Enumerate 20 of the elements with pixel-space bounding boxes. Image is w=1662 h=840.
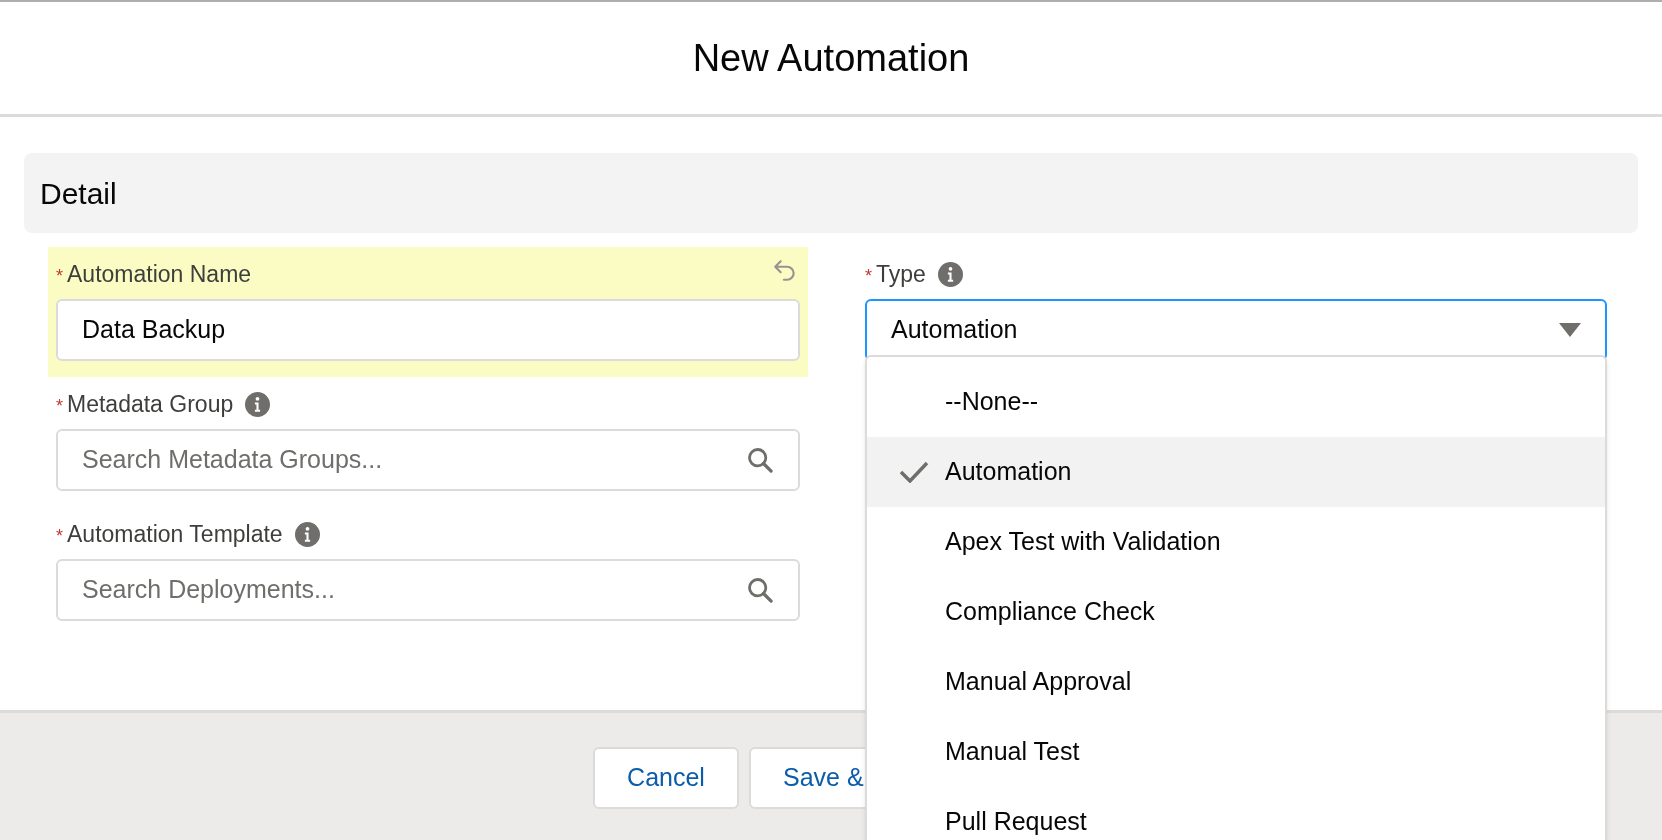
required-asterisk: * [56,394,63,418]
field-label: Automation Name [67,259,252,289]
field-label: Metadata Group [67,389,234,419]
option-label: Manual Approval [945,666,1132,698]
option-label: --None-- [945,386,1039,418]
field-placeholder: Search Metadata Groups... [82,444,383,476]
field-placeholder: Search Deployments... [82,574,335,606]
option-label: Automation [945,456,1072,488]
required-asterisk: * [56,264,63,288]
field-value: Data Backup [82,314,226,346]
option-label: Compliance Check [945,596,1155,628]
field-label: Automation Template [67,519,283,549]
dialog-title: New Automation [692,35,970,81]
option-label: Pull Request [945,806,1087,838]
field-label: Type [876,259,926,289]
required-asterisk: * [865,264,872,288]
section-title: Detail [40,175,117,212]
option-label: Apex Test with Validation [945,526,1221,558]
option-label: Manual Test [945,736,1080,768]
required-asterisk: * [56,524,63,548]
